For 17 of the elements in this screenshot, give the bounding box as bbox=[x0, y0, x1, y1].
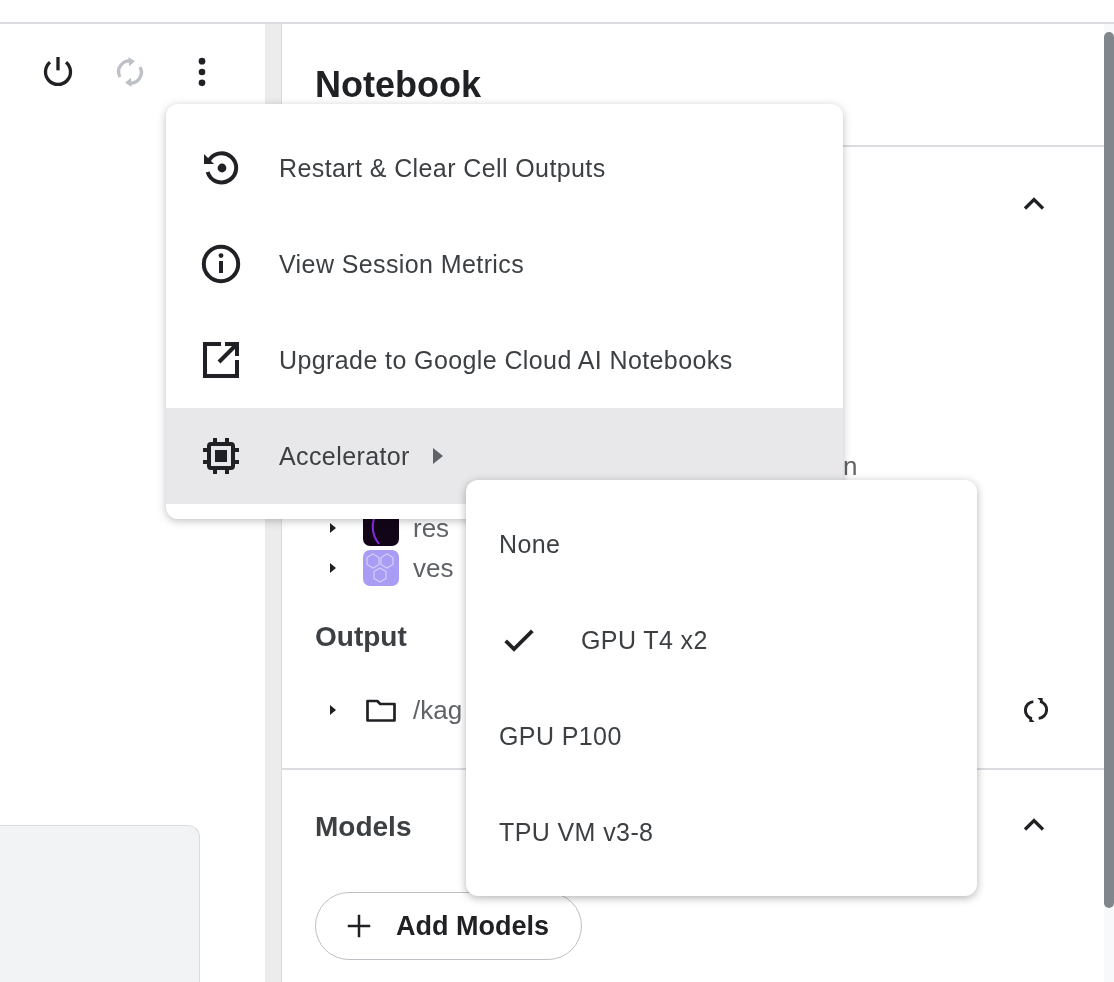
dataset-logo-icon bbox=[363, 550, 399, 586]
tree-item[interactable]: /kag bbox=[413, 694, 463, 726]
section-heading: Output bbox=[315, 621, 407, 653]
menu-option[interactable]: GPU T4 x2 bbox=[466, 592, 977, 688]
menu-item[interactable]: Upgrade to Google Cloud AI Notebooks bbox=[166, 312, 843, 408]
tree-item[interactable]: ves bbox=[413, 552, 454, 584]
menu-item[interactable]: Restart & Clear Cell Outputs bbox=[166, 120, 843, 216]
section-heading: Models bbox=[315, 811, 412, 843]
expand-caret-icon[interactable] bbox=[329, 704, 337, 716]
menu-option[interactable]: GPU P100 bbox=[466, 688, 977, 784]
menu-item[interactable]: View Session Metrics bbox=[166, 216, 843, 312]
scrollbar-thumb[interactable] bbox=[1104, 32, 1114, 908]
page-title: Notebook bbox=[315, 64, 481, 106]
expand-caret-icon[interactable] bbox=[329, 522, 337, 534]
menu-option[interactable]: TPU VM v3-8 bbox=[466, 784, 977, 880]
add-models-button[interactable]: Add Models bbox=[315, 892, 582, 960]
expand-caret-icon[interactable] bbox=[329, 562, 337, 574]
